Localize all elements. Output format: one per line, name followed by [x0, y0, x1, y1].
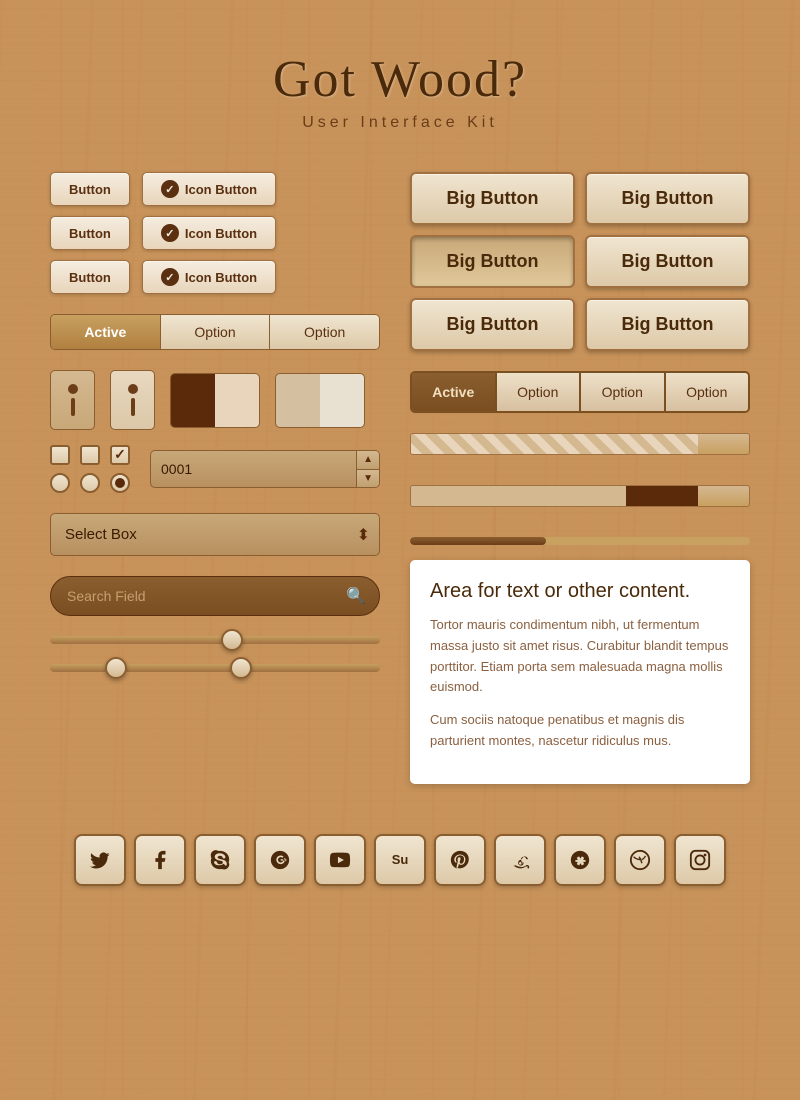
content-area: Area for text or other content. Tortor m…	[410, 560, 750, 784]
toggle-line-2	[131, 398, 135, 416]
spinner-up[interactable]: ▲	[357, 451, 379, 470]
checkbox-1[interactable]	[50, 445, 70, 465]
segment-left-option1[interactable]: Option	[161, 315, 271, 349]
dribbble-icon[interactable]	[614, 834, 666, 886]
progress-bar-striped-bg	[410, 433, 750, 455]
slider-2-thumb-right[interactable]	[230, 657, 252, 679]
skype-icon[interactable]	[194, 834, 246, 886]
slider-2-wrap	[50, 664, 380, 672]
progress-bar-thin-fill	[410, 537, 546, 545]
search-icon: 🔍	[346, 586, 366, 606]
slider-1-thumb[interactable]	[221, 629, 243, 651]
checkbox-3[interactable]	[110, 445, 130, 465]
slider-1-wrap	[50, 636, 380, 644]
color-swatch-light	[275, 373, 365, 428]
progress-bar-thin	[410, 537, 750, 545]
segment-right-active[interactable]: Active	[412, 373, 497, 411]
segment-right-option1[interactable]: Option	[497, 373, 582, 411]
progress-bar-dark-fill	[411, 486, 698, 506]
segment-control-left: Active Option Option	[50, 314, 380, 350]
social-icons-row: Su	[50, 834, 750, 886]
progress-bar-striped-wrap	[410, 433, 750, 455]
radio-1[interactable]	[50, 473, 70, 493]
toggle-line-1	[71, 398, 75, 416]
select-box-wrap: Select Box Option 1 Option 2 Option 3 ⬍	[50, 513, 380, 556]
segment-control-right: Active Option Option Option	[410, 371, 750, 413]
radio-2[interactable]	[80, 473, 100, 493]
toggle-switch-on[interactable]	[50, 370, 95, 430]
content-area-title: Area for text or other content.	[430, 580, 730, 603]
spinner-down[interactable]: ▼	[357, 470, 379, 488]
segment-left-active[interactable]: Active	[51, 315, 161, 349]
search-input[interactable]	[50, 576, 380, 616]
toggle-dot-1	[68, 384, 78, 394]
number-input-wrap: ▲ ▼	[150, 450, 380, 488]
icon-button-2[interactable]: ✓ Icon Button	[142, 216, 276, 250]
progress-bar-dark-bg	[410, 485, 750, 507]
twitter-icon[interactable]	[74, 834, 126, 886]
facebook-icon[interactable]	[134, 834, 186, 886]
amazon-icon[interactable]	[494, 834, 546, 886]
instagram-icon[interactable]	[674, 834, 726, 886]
appstore-icon[interactable]	[554, 834, 606, 886]
content-area-text-2: Cum sociis natoque penatibus et magnis d…	[430, 710, 730, 752]
check-icon-1: ✓	[161, 180, 179, 198]
color-swatch-dark	[170, 373, 260, 428]
button-3[interactable]: Button	[50, 260, 130, 294]
toggle-switch-off[interactable]	[110, 370, 155, 430]
button-2[interactable]: Button	[50, 216, 130, 250]
check-icon-3: ✓	[161, 268, 179, 286]
number-spinners: ▲ ▼	[356, 451, 379, 487]
progress-bar-dark-wrap	[410, 485, 750, 507]
segment-right-option3[interactable]: Option	[666, 373, 749, 411]
progress-bar-striped-fill	[411, 434, 698, 454]
icon-button-3[interactable]: ✓ Icon Button	[142, 260, 276, 294]
icon-button-1[interactable]: ✓ Icon Button	[142, 172, 276, 206]
page-subtitle: User Interface Kit	[50, 114, 750, 132]
big-button-2[interactable]: Big Button	[585, 172, 750, 225]
slider-1-track	[50, 636, 380, 644]
youtube-icon[interactable]	[314, 834, 366, 886]
slider-2-thumb-left[interactable]	[105, 657, 127, 679]
slider-2-track	[50, 664, 380, 672]
stumbleupon-icon[interactable]: Su	[374, 834, 426, 886]
button-1[interactable]: Button	[50, 172, 130, 206]
toggle-dot-2	[128, 384, 138, 394]
google-icon[interactable]	[254, 834, 306, 886]
big-button-5[interactable]: Big Button	[410, 298, 575, 351]
big-button-6[interactable]: Big Button	[585, 298, 750, 351]
check-icon-2: ✓	[161, 224, 179, 242]
segment-left-option2[interactable]: Option	[270, 315, 379, 349]
search-wrap: 🔍	[50, 576, 380, 616]
content-area-text-1: Tortor mauris condimentum nibh, ut ferme…	[430, 615, 730, 698]
big-buttons-grid: Big Button Big Button Big Button Big But…	[410, 172, 750, 351]
big-button-4[interactable]: Big Button	[585, 235, 750, 288]
segment-right-option2[interactable]: Option	[581, 373, 666, 411]
big-button-3[interactable]: Big Button	[410, 235, 575, 288]
number-input[interactable]	[151, 461, 356, 477]
radio-3[interactable]	[110, 473, 130, 493]
page-title: Got Wood?	[50, 50, 750, 109]
pinterest-icon[interactable]	[434, 834, 486, 886]
checkbox-2[interactable]	[80, 445, 100, 465]
select-box[interactable]: Select Box Option 1 Option 2 Option 3	[50, 513, 380, 556]
big-button-1[interactable]: Big Button	[410, 172, 575, 225]
